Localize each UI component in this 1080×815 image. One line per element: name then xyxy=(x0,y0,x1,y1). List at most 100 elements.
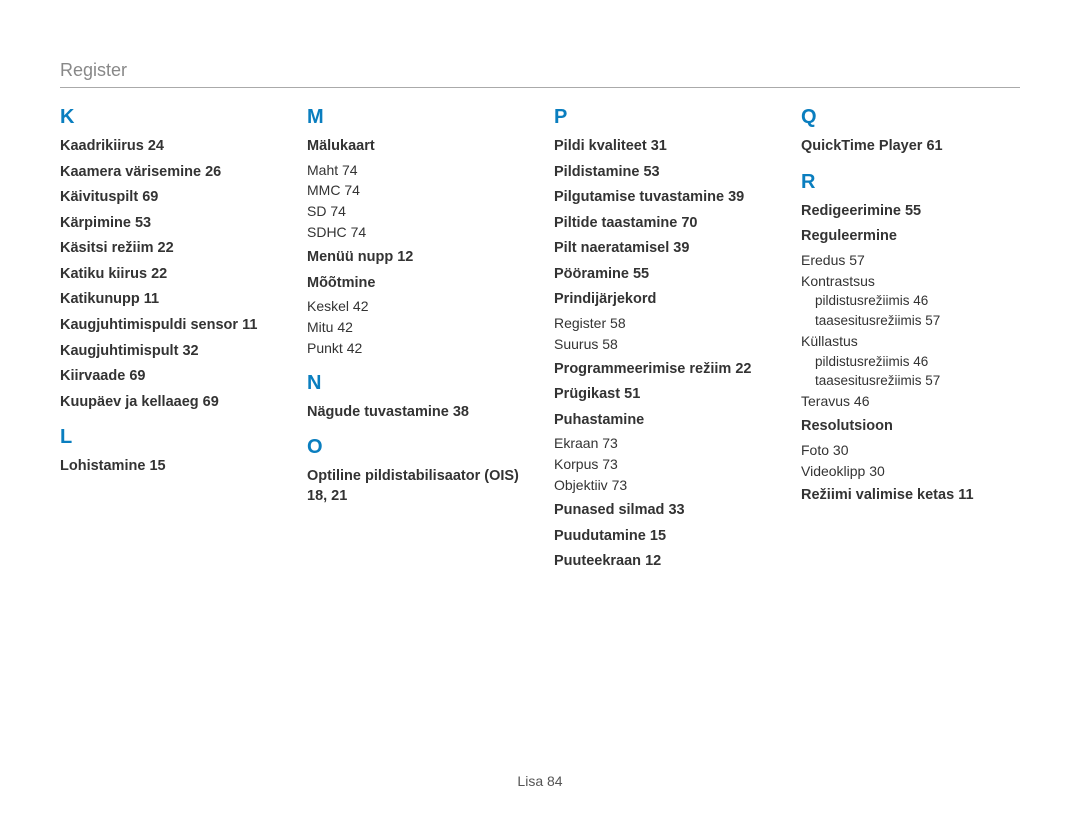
entry-pages: 22 xyxy=(735,361,751,377)
index-entry: Kaugjuhtimispuldi sensor 11 xyxy=(60,316,279,336)
entry-pages: 15 xyxy=(650,528,666,544)
entry-pages: 69 xyxy=(203,394,219,410)
subsubentry-pages: 46 xyxy=(913,354,928,369)
subentry-pages: 30 xyxy=(833,442,849,458)
entry-label: Puuteekraan xyxy=(554,553,641,569)
subentry-pages: 30 xyxy=(869,463,885,479)
entry-label: Nägude tuvastamine xyxy=(307,404,449,420)
section-letter: O xyxy=(307,436,526,459)
index-subsubentry: pildistusrežiimis 46 xyxy=(815,292,1020,310)
subentry-label: Maht xyxy=(307,162,338,178)
entry-label: Katikunupp xyxy=(60,291,140,307)
subentry-pages: 74 xyxy=(344,182,360,198)
entry-label: Lohistamine xyxy=(60,458,145,474)
page-footer: Lisa 84 xyxy=(0,773,1080,789)
subentry-pages: 74 xyxy=(342,162,358,178)
section-letter: N xyxy=(307,372,526,395)
index-column: KKaadrikiirus 24Kaamera värisemine 26Käi… xyxy=(60,106,279,576)
subentry-pages: 73 xyxy=(602,435,618,451)
entry-label: Pilgutamise tuvastamine xyxy=(554,189,724,205)
entry-label: QuickTime Player xyxy=(801,138,922,154)
index-entry: Puudutamine 15 xyxy=(554,527,773,547)
subsubentry-pages: 46 xyxy=(913,293,928,308)
index-entry: QuickTime Player 61 xyxy=(801,137,1020,157)
subentry-label: SDHC xyxy=(307,224,347,240)
entry-label: Kaugjuhtimispult xyxy=(60,343,178,359)
index-entry: Pilgutamise tuvastamine 39 xyxy=(554,188,773,208)
index-entry: Katiku kiirus 22 xyxy=(60,265,279,285)
subentry-pages: 73 xyxy=(612,477,628,493)
index-column: QQuickTime Player 61RRedigeerimine 55Reg… xyxy=(801,106,1020,576)
entry-label: Kaamera värisemine xyxy=(60,164,201,180)
index-entry: Kuupäev ja kellaaeg 69 xyxy=(60,393,279,413)
subentry-label: Kontrastsus xyxy=(801,273,875,289)
index-subentry: Mitu 42 xyxy=(307,318,526,337)
index-subentry: Kontrastsus xyxy=(801,272,1020,291)
subentry-pages: 42 xyxy=(337,319,353,335)
subentry-pages: 58 xyxy=(610,315,626,331)
entry-label: Käsitsi režiim xyxy=(60,240,154,256)
index-entry: Pildi kvaliteet 31 xyxy=(554,137,773,157)
subentry-pages: 42 xyxy=(347,340,363,356)
entry-pages: 39 xyxy=(728,189,744,205)
entry-label: Kaugjuhtimispuldi sensor xyxy=(60,317,238,333)
subentry-label: Punkt xyxy=(307,340,343,356)
section-letter: R xyxy=(801,171,1020,194)
index-entry: Lohistamine 15 xyxy=(60,457,279,477)
index-entry: Puuteekraan 12 xyxy=(554,552,773,572)
subentry-pages: 73 xyxy=(602,456,618,472)
entry-pages: 39 xyxy=(673,240,689,256)
section-letter: K xyxy=(60,106,279,129)
entry-pages: 31 xyxy=(651,138,667,154)
entry-label: Menüü nupp xyxy=(307,249,393,265)
entry-label: Kiirvaade xyxy=(60,368,125,384)
entry-label: Mõõtmine xyxy=(307,275,375,291)
subentry-pages: 42 xyxy=(353,298,369,314)
index-entry: Katikunupp 11 xyxy=(60,290,279,310)
index-subentry: Objektiiv 73 xyxy=(554,476,773,495)
entry-label: Kuupäev ja kellaaeg xyxy=(60,394,199,410)
entry-pages: 38 xyxy=(453,404,469,420)
index-subentry: Eredus 57 xyxy=(801,251,1020,270)
index-entry: Kaugjuhtimispult 32 xyxy=(60,342,279,362)
entry-pages: 53 xyxy=(643,164,659,180)
entry-pages: 61 xyxy=(926,138,942,154)
index-subentry: SDHC 74 xyxy=(307,223,526,242)
subentry-label: Foto xyxy=(801,442,829,458)
entry-pages: 55 xyxy=(633,266,649,282)
entry-pages: 22 xyxy=(158,240,174,256)
index-entry: Nägude tuvastamine 38 xyxy=(307,403,526,423)
subentry-label: Küllastus xyxy=(801,333,858,349)
index-subentry: Korpus 73 xyxy=(554,455,773,474)
index-entry: Menüü nupp 12 xyxy=(307,248,526,268)
index-entry: Mõõtmine xyxy=(307,274,526,294)
entry-label: Piltide taastamine xyxy=(554,215,677,231)
entry-label: Punased silmad xyxy=(554,502,664,518)
subentry-label: Suurus xyxy=(554,336,598,352)
subentry-label: Mitu xyxy=(307,319,333,335)
subentry-label: Teravus xyxy=(801,393,850,409)
entry-pages: 69 xyxy=(129,368,145,384)
subentry-label: Ekraan xyxy=(554,435,598,451)
entry-label: Käivituspilt xyxy=(60,189,138,205)
index-subentry: Keskel 42 xyxy=(307,297,526,316)
index-subentry: Teravus 46 xyxy=(801,392,1020,411)
entry-label: Kaadrikiirus xyxy=(60,138,144,154)
subsubentry-label: pildistusrežiimis xyxy=(815,354,910,369)
entry-label: Režiimi valimise ketas xyxy=(801,487,954,503)
index-entry: Programmeerimise režiim 22 xyxy=(554,360,773,380)
entry-label: Resolutsioon xyxy=(801,418,893,434)
index-subentry: Küllastus xyxy=(801,332,1020,351)
entry-pages: 15 xyxy=(149,458,165,474)
subentry-label: Videoklipp xyxy=(801,463,865,479)
entry-label: Pilt naeratamisel xyxy=(554,240,669,256)
index-entry: Prindijärjekord xyxy=(554,290,773,310)
header-rule xyxy=(60,87,1020,88)
entry-pages: 55 xyxy=(905,203,921,219)
subsubentry-label: taasesitusrežiimis xyxy=(815,313,922,328)
index-entry: Pilt naeratamisel 39 xyxy=(554,239,773,259)
index-entry: Käivituspilt 69 xyxy=(60,188,279,208)
subentry-pages: 46 xyxy=(854,393,870,409)
index-entry: Režiimi valimise ketas 11 xyxy=(801,486,1020,506)
entry-label: Puhastamine xyxy=(554,412,644,428)
